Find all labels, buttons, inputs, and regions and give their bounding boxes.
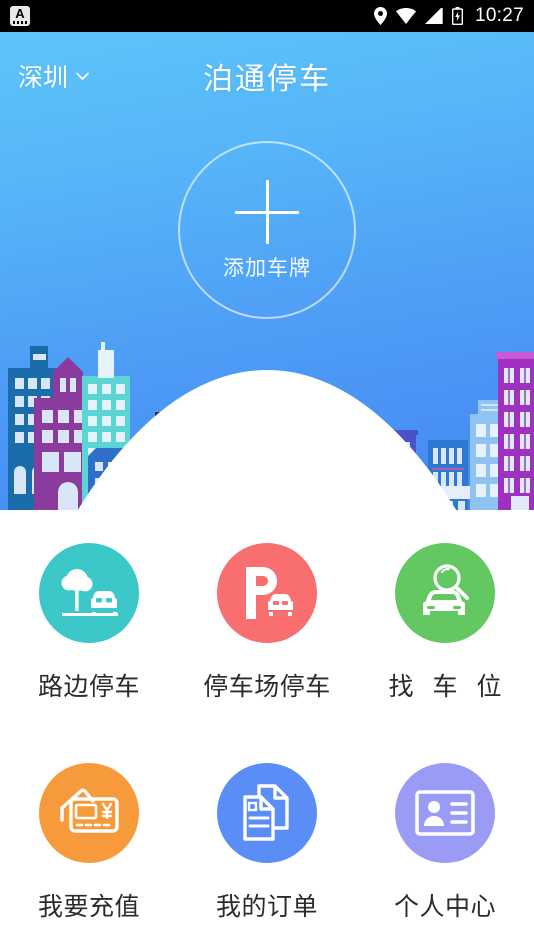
wifi-icon <box>395 8 416 24</box>
menu-item-label: 我的订单 <box>215 893 318 921</box>
status-bar: A 10:27 <box>0 0 534 32</box>
menu-item-personal-center[interactable]: 个人中心 <box>356 730 534 950</box>
location-pin-icon <box>373 7 387 25</box>
menu-item-label: 我要充值 <box>37 893 140 921</box>
hero-banner: 深圳 泊通停车 添加车牌 <box>0 32 534 510</box>
keyboard-ime-icon: A <box>10 6 30 26</box>
status-bar-left: A <box>10 6 30 26</box>
card-yen-icon <box>39 763 139 863</box>
add-license-plate-button[interactable]: 添加车牌 <box>178 141 356 319</box>
menu-item-my-orders[interactable]: 我的订单 <box>178 730 356 950</box>
menu-item-roadside-parking[interactable]: 路边停车 <box>0 510 178 730</box>
menu-item-lot-parking[interactable]: 停车场停车 <box>178 510 356 730</box>
menu-item-recharge[interactable]: 我要充值 <box>0 730 178 950</box>
menu-item-label: 停车场停车 <box>203 673 331 701</box>
signal-bars-icon <box>424 8 443 24</box>
app-header: 深圳 泊通停车 <box>0 32 534 108</box>
status-bar-clock: 10:27 <box>474 5 524 26</box>
plus-icon <box>229 174 305 250</box>
battery-charging-icon <box>451 7 463 25</box>
menu-grid: 路边停车 停车场停车 找 车 位 我要充值 我的订单 个人中心 <box>0 510 534 950</box>
menu-item-find-space[interactable]: 找 车 位 <box>356 510 534 730</box>
menu-item-label: 路边停车 <box>37 673 140 701</box>
search-car-icon <box>395 543 495 643</box>
app-root: A 10:27 深圳 泊通停车 添加车牌 路边停车 停车场停车 找 车 位 我要… <box>0 0 534 950</box>
menu-item-label: 找 车 位 <box>388 673 508 701</box>
id-card-icon <box>395 763 495 863</box>
parking-p-car-icon <box>217 543 317 643</box>
page-title: 泊通停车 <box>203 63 331 96</box>
add-license-plate-label: 添加车牌 <box>223 257 311 280</box>
status-bar-right: 10:27 <box>373 5 524 27</box>
menu-item-label: 个人中心 <box>393 893 496 921</box>
documents-icon <box>217 763 317 863</box>
tree-car-icon <box>39 543 139 643</box>
